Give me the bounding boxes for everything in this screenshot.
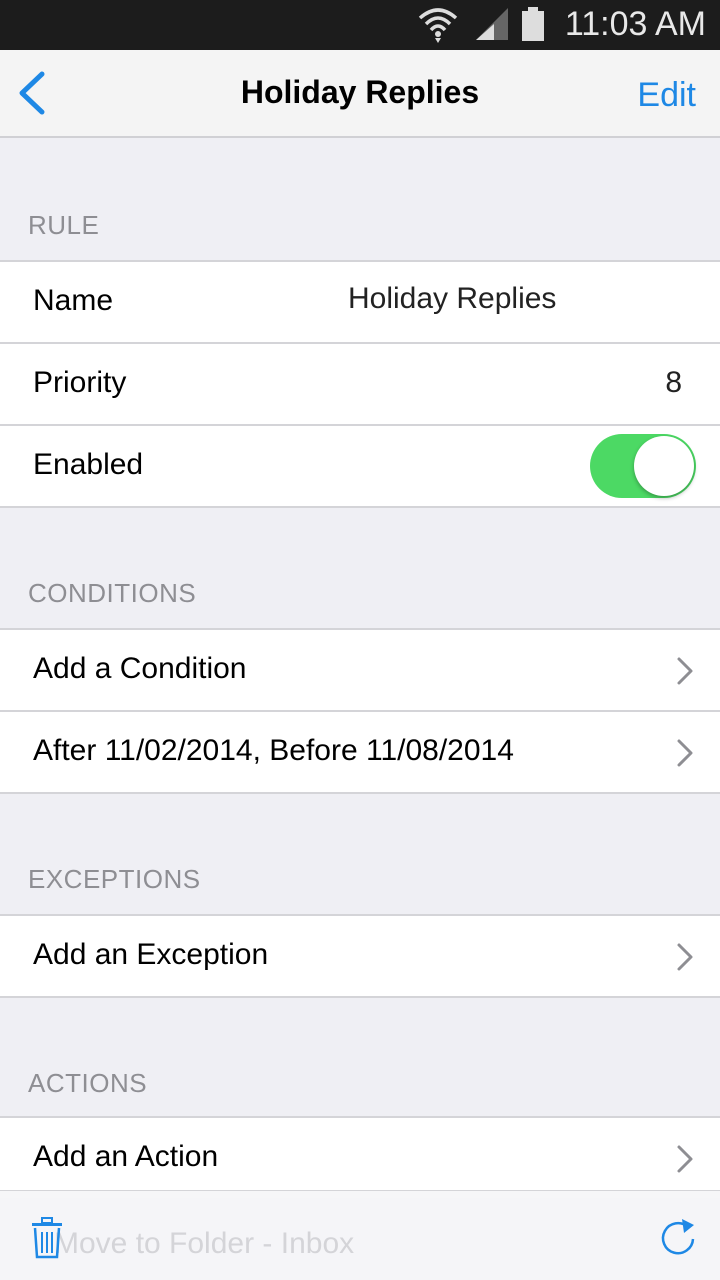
list-item-label: Add an Exception — [33, 938, 269, 971]
trash-icon[interactable] — [30, 1217, 64, 1259]
battery-icon — [522, 7, 544, 41]
priority-label: Priority — [33, 366, 127, 399]
navigation-bar: Holiday Replies Edit — [0, 50, 720, 138]
bottom-toolbar: Move to Folder - Inbox — [0, 1190, 720, 1280]
enabled-label: Enabled — [33, 448, 144, 481]
refresh-icon[interactable] — [658, 1215, 698, 1257]
rule-name-row[interactable]: Name Holiday Replies — [0, 260, 720, 342]
signal-icon — [476, 8, 508, 40]
list-item-add-exception[interactable]: Add an Exception — [0, 914, 720, 998]
chevron-right-icon — [677, 739, 693, 767]
status-time: 11:03 AM — [564, 5, 706, 43]
toggle-knob — [634, 436, 694, 496]
section-header-rule: RULE — [28, 210, 100, 240]
list-item-add-condition[interactable]: Add a Condition — [0, 628, 720, 710]
page-title: Holiday Replies — [240, 74, 480, 110]
chevron-right-icon — [677, 657, 693, 685]
chevron-right-icon — [677, 1145, 693, 1173]
list-item-move-to-folder[interactable]: Move to Folder - Inbox — [54, 1227, 354, 1261]
rule-priority-row[interactable]: Priority 8 — [0, 342, 720, 424]
status-bar: 11:03 AM — [0, 0, 720, 50]
name-label: Name — [33, 284, 114, 317]
name-value[interactable]: Holiday Replies — [348, 282, 556, 316]
rule-enabled-row: Enabled — [0, 424, 720, 508]
chevron-right-icon — [677, 943, 693, 971]
list-item-label: After 11/02/2014, Before 11/08/2014 — [33, 734, 514, 767]
list-item-label: Add an Action — [33, 1140, 219, 1173]
priority-value[interactable]: 8 — [665, 366, 682, 400]
list-item-label: Add a Condition — [33, 652, 247, 685]
list-item-condition-date[interactable]: After 11/02/2014, Before 11/08/2014 — [0, 710, 720, 794]
list-item-add-action[interactable]: Add an Action — [0, 1116, 720, 1198]
wifi-icon — [418, 8, 458, 43]
edit-button[interactable]: Edit — [637, 76, 696, 115]
enabled-toggle[interactable] — [590, 434, 696, 498]
section-header-conditions: CONDITIONS — [28, 578, 197, 608]
section-header-actions: ACTIONS — [28, 1068, 148, 1098]
section-header-exceptions: EXCEPTIONS — [28, 864, 201, 894]
